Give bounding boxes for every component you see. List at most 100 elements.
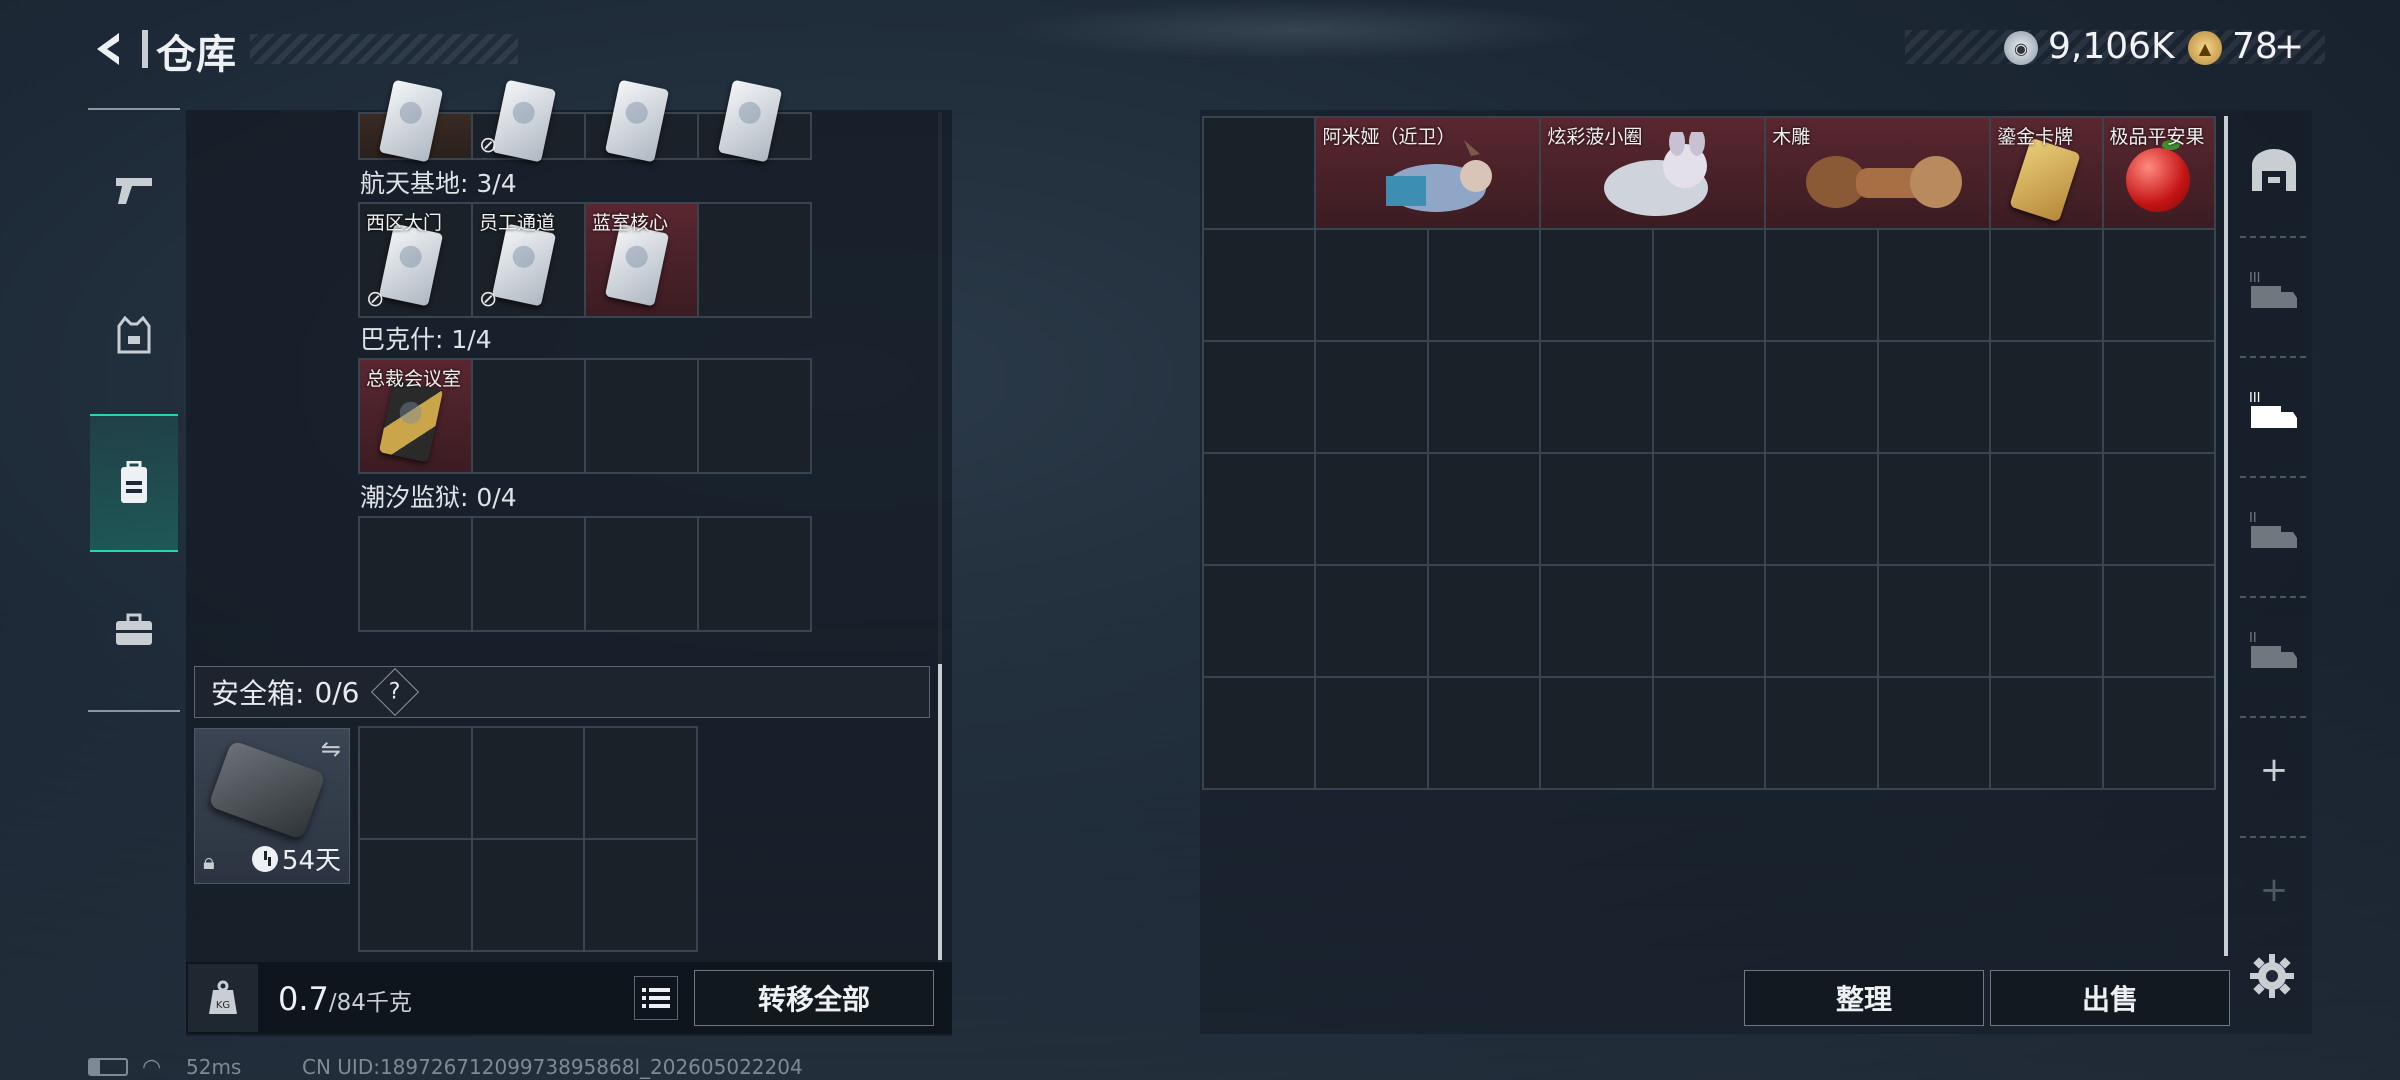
stash-slot[interactable] xyxy=(1653,342,1765,452)
item-amiya[interactable]: 阿米娅（近卫） xyxy=(1316,118,1540,228)
safe-slot[interactable] xyxy=(360,728,471,838)
add-stash-button[interactable]: + xyxy=(2236,720,2312,820)
safe-box-case[interactable]: ⇋ 🔒︎ 54天 xyxy=(194,728,350,884)
stash-slot[interactable] xyxy=(1878,454,1990,564)
transfer-all-button[interactable]: 转移全部 xyxy=(694,970,934,1026)
keycard-slot-empty[interactable] xyxy=(699,360,810,472)
stash-slot[interactable] xyxy=(1316,230,1427,340)
safe-slot[interactable] xyxy=(585,728,696,838)
stash-slot[interactable] xyxy=(1878,342,1990,452)
keycard-slot-empty[interactable] xyxy=(360,518,471,630)
stash-slot[interactable] xyxy=(1653,566,1765,676)
item-premium-apple[interactable]: 极品平安果 xyxy=(2103,118,2214,228)
stash-slot[interactable] xyxy=(1653,678,1765,788)
stash-slot[interactable] xyxy=(1991,678,2102,788)
sell-button[interactable]: 出售 xyxy=(1990,970,2230,1026)
stash-slot[interactable] xyxy=(2103,454,2214,564)
stash-slot[interactable] xyxy=(2103,230,2214,340)
stash-slot[interactable] xyxy=(2103,342,2214,452)
stash-slot[interactable] xyxy=(1541,678,1652,788)
stash-slot[interactable] xyxy=(1541,454,1652,564)
keycard-image xyxy=(378,223,444,307)
settings-button[interactable] xyxy=(2246,950,2298,1002)
keycard-slot[interactable] xyxy=(586,79,697,163)
svg-text:KG: KG xyxy=(216,1000,230,1011)
add-currency-button[interactable]: + xyxy=(2274,26,2304,67)
swap-icon[interactable]: ⇋ xyxy=(321,735,341,763)
stash-slot[interactable] xyxy=(1204,678,1315,788)
stash-slot[interactable] xyxy=(1316,678,1427,788)
nav-backpack[interactable] xyxy=(90,414,178,552)
nav-toolbox[interactable] xyxy=(90,570,178,690)
keycard-slot-empty[interactable] xyxy=(699,518,810,630)
lock-icon: 🔒︎ xyxy=(203,850,215,875)
stash-slot[interactable] xyxy=(1204,230,1315,340)
stash-slot[interactable] xyxy=(2103,678,2214,788)
stash-slot[interactable] xyxy=(1541,342,1652,452)
item-colorful-figure[interactable]: 炫彩菠小圈 xyxy=(1541,118,1765,228)
stash-slot[interactable] xyxy=(1991,454,2102,564)
stash-slot[interactable] xyxy=(1766,342,1877,452)
keycard-slot[interactable]: ⊘ xyxy=(473,79,584,163)
safe-slot[interactable] xyxy=(472,840,584,950)
safe-slot[interactable] xyxy=(360,840,471,950)
keycard-slot-empty[interactable] xyxy=(586,518,697,630)
keycard-slot-empty[interactable] xyxy=(473,360,584,472)
nav-armor[interactable] xyxy=(90,276,178,396)
nav-weapons[interactable] xyxy=(90,130,178,250)
stash-slot[interactable] xyxy=(1541,566,1652,676)
stash-slot[interactable] xyxy=(2103,566,2214,676)
keycard-slot-empty[interactable] xyxy=(586,360,697,472)
stash-tab-2b[interactable]: II xyxy=(2236,600,2312,700)
sort-button[interactable]: 整理 xyxy=(1744,970,1984,1026)
keycard-slot-empty[interactable] xyxy=(473,518,584,630)
keycard-slot[interactable] xyxy=(360,79,471,163)
stash-tab-2a[interactable]: II xyxy=(2236,480,2312,580)
stash-tab-3b-active[interactable]: III xyxy=(2236,360,2312,460)
stash-slot[interactable] xyxy=(1878,566,1990,676)
stash-slot[interactable] xyxy=(1204,342,1315,452)
stash-slot[interactable] xyxy=(1991,342,2102,452)
help-button[interactable]: ? xyxy=(370,667,419,717)
stash-slot[interactable] xyxy=(1428,566,1540,676)
stash-slot[interactable] xyxy=(1316,454,1427,564)
stash-slot[interactable] xyxy=(1878,230,1990,340)
list-view-button[interactable] xyxy=(634,976,678,1020)
stash-slot[interactable] xyxy=(1653,230,1765,340)
keycard-slot-staff-passage[interactable]: 员工通道 ⊘ xyxy=(473,204,584,316)
safe-box-title: 安全箱: xyxy=(211,677,305,710)
item-gilded-card[interactable]: 鎏金卡牌 xyxy=(1991,118,2102,228)
safe-slot[interactable] xyxy=(472,728,584,838)
keycard-slot-ceo-room[interactable]: 总裁会议室 xyxy=(360,360,471,472)
keycard-slot-empty[interactable] xyxy=(699,204,810,316)
stash-scrollbar[interactable] xyxy=(2224,116,2228,956)
stash-slot[interactable] xyxy=(1316,342,1427,452)
back-button[interactable] xyxy=(86,26,132,72)
stash-slot[interactable] xyxy=(1428,230,1540,340)
stash-slot[interactable] xyxy=(1316,566,1427,676)
armor-vest-icon xyxy=(117,316,151,354)
item-wood-carving[interactable]: 木雕 xyxy=(1766,118,1990,228)
stash-slot[interactable] xyxy=(1428,342,1540,452)
stash-slot[interactable] xyxy=(1428,454,1540,564)
stash-tab-main[interactable] xyxy=(2236,120,2312,220)
keycard-slot[interactable] xyxy=(699,79,810,163)
stash-slot[interactable] xyxy=(1541,230,1652,340)
stash-slot[interactable] xyxy=(1991,566,2102,676)
stash-slot[interactable] xyxy=(1766,566,1877,676)
stash-slot[interactable] xyxy=(1878,678,1990,788)
stash-tab-3a[interactable]: III xyxy=(2236,240,2312,340)
stash-slot[interactable] xyxy=(1766,230,1877,340)
keycard-slot-west-gate[interactable]: 西区大门 ⊘ xyxy=(360,204,471,316)
stash-slot[interactable] xyxy=(1991,230,2102,340)
left-scrollbar[interactable] xyxy=(938,664,942,960)
stash-slot[interactable] xyxy=(1766,678,1877,788)
stash-slot[interactable] xyxy=(1204,454,1315,564)
stash-slot[interactable] xyxy=(1766,454,1877,564)
stash-slot[interactable] xyxy=(1204,118,1315,228)
stash-slot[interactable] xyxy=(1428,678,1540,788)
stash-slot[interactable] xyxy=(1653,454,1765,564)
keycard-slot-blue-core[interactable]: 蓝室核心 xyxy=(586,204,697,316)
safe-slot[interactable] xyxy=(585,840,696,950)
stash-slot[interactable] xyxy=(1204,566,1315,676)
